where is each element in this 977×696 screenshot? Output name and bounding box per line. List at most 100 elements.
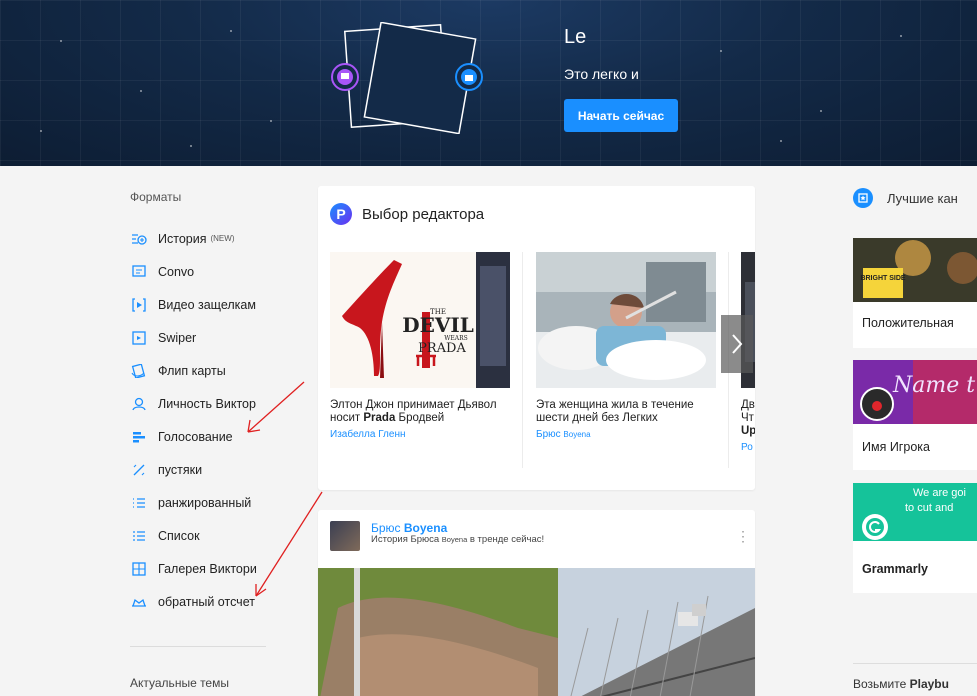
prison-fence-photo [318,568,755,696]
sidebar-item-list[interactable]: Список [130,519,280,552]
article-title-bold: Up [741,425,755,437]
list-icon [130,528,148,544]
sidebar-item-label: Видео защелкам [158,297,256,312]
sidebar-item-label: История [158,231,207,246]
article-thumbnail-hospital[interactable] [536,252,716,388]
start-now-button[interactable]: Начать сейчас [564,99,678,132]
channel-banner: We are goi to cut and [853,483,977,547]
article-title[interactable]: Дв Чт Up [741,399,755,438]
sidebar-item-convo[interactable]: Convo [130,255,280,288]
grammarly-banner: We are goi to cut and [853,483,977,547]
thumbs-down-icon [341,73,349,79]
playbuzz-logo-icon: P [330,203,352,225]
article-card[interactable]: THE DEVIL WEARS PRADA Элтон Джон принима… [330,252,510,440]
channel-name: Имя Игрока [862,440,930,454]
sidebar-item-personality[interactable]: Личность Виктор [130,387,280,420]
sidebar-item-label: Личность Виктор [158,396,256,411]
editors-choice-header: P Выбор редактора [330,203,484,225]
swipe-cards-illustration [331,22,483,134]
post-author-part: Брюс [371,521,404,535]
banner-text-line-1: We are goi [913,487,966,499]
trending-post-card: Брюс Boyena История Брюса Boyena в тренд… [318,510,755,696]
channel-card-bright-side[interactable]: BRIGHT SIDE Положительная [853,238,977,348]
sidebar-item-flip-cards[interactable]: Флип карты [130,354,280,387]
article-title[interactable]: Элтон Джон принимает Дьявол носит Prada … [330,399,510,425]
post-image[interactable] [318,568,755,696]
trending-topics-title: Актуальные темы [130,676,229,690]
video-snap-icon [130,297,148,313]
carousel-next-button[interactable] [721,315,753,373]
article-title-part: Бродвей [395,412,445,424]
bright-side-logo-text: BRIGHT SIDE [860,275,905,282]
post-author-bold: Boyena [403,521,448,535]
poster-prada-text: PRADA [418,341,466,356]
channel-banner: Name t [853,360,977,424]
sidebar-item-trivia[interactable]: пустяки [130,453,280,486]
sidebar-item-label: Список [158,528,200,543]
article-title-bold: Prada [363,412,396,424]
countdown-icon [130,594,148,610]
channel-card-name-the-player[interactable]: Name t Имя Игрока [853,360,977,470]
sidebar-item-label: пустяки [158,462,203,477]
banner-script-text: Name t [892,373,975,398]
sidebar-item-label: Convo [158,264,195,279]
star-badge-icon [853,188,873,208]
sidebar-item-swiper[interactable]: Swiper [130,321,280,354]
story-icon [130,231,148,247]
editors-choice-title: Выбор редактора [362,205,485,223]
editors-choice-card: P Выбор редактора THE DEVIL WEARS PRADA … [318,186,755,490]
sidebar-item-label: Swiper [158,330,197,345]
sidebar-item-story[interactable]: История (NEW) [130,222,280,255]
promo-text-part: Возьмите [853,677,910,691]
sidebar-item-label: обратный отсчет [158,594,255,609]
article-author-part: Брюс [536,429,564,440]
trivia-icon [130,462,148,478]
hero-banner: Le Это легко и Начать сейчас [0,0,977,166]
post-author-link[interactable]: Брюс Boyena [371,521,447,535]
article-author[interactable]: Ро [741,442,755,453]
article-author[interactable]: Брюс Boyena [536,429,716,440]
swiper-icon [130,330,148,346]
article-author[interactable]: Изабелла Гленн [330,429,510,440]
sidebar-item-ranked[interactable]: ранжированный [130,486,280,519]
more-options-button[interactable]: ⋮ [736,528,750,545]
new-badge: (NEW) [210,234,235,243]
channel-banner: BRIGHT SIDE [853,238,977,302]
convo-icon [130,264,148,280]
poster-devil-text: DEVIL [402,313,474,337]
top-channels-title: Лучшие кан [887,190,958,206]
article-divider [522,252,523,468]
channel-name: Положительная [862,316,954,330]
hero-subtitle: Это легко и [564,66,639,82]
sidebar-item-label: ранжированный [158,495,252,510]
top-channels-header: Лучшие кан [853,188,958,208]
playbuzz-promo-text[interactable]: Возьмите Playbu [853,677,949,691]
sidebar-item-video-snap[interactable]: Видео защелкам [130,288,280,321]
right-column-divider [853,663,977,664]
formats-title: Форматы [130,190,182,204]
post-desc-part: История Брюса [371,534,442,545]
sidebar-item-poll[interactable]: Голосование [130,420,280,453]
post-desc-small: Boyena [441,535,468,544]
bright-side-banner: BRIGHT SIDE [853,238,977,302]
flip-cards-icon [130,363,148,379]
sidebar-item-gallery[interactable]: Галерея Виктори [130,552,280,585]
avatar[interactable] [330,521,360,551]
chevron-right-icon [732,334,743,354]
promo-text-bold: Playbu [909,677,949,691]
article-card[interactable]: Эта женщина жила в течение шести дней бе… [536,252,716,440]
article-title[interactable]: Эта женщина жила в течение шести дней бе… [536,399,716,425]
hero-title: Le [564,26,587,48]
poll-icon [130,429,148,445]
channel-name: Grammarly [862,562,929,576]
formats-sidebar: Форматы История (NEW) Convo Видео защелк… [130,190,290,647]
personality-icon [130,396,148,412]
thumbs-up-icon [465,75,473,81]
post-description: История Брюса Boyena в тренде сейчас! [371,534,544,545]
article-thumbnail-devil-prada[interactable]: THE DEVIL WEARS PRADA [330,252,510,388]
post-desc-part: в тренде сейчас! [467,534,545,545]
sidebar-item-countdown[interactable]: обратный отсчет [130,585,280,618]
channel-card-grammarly[interactable]: We are goi to cut and Grammarly [853,483,977,593]
ranked-icon [130,495,148,511]
article-title-part: Дв Чт [741,399,755,424]
